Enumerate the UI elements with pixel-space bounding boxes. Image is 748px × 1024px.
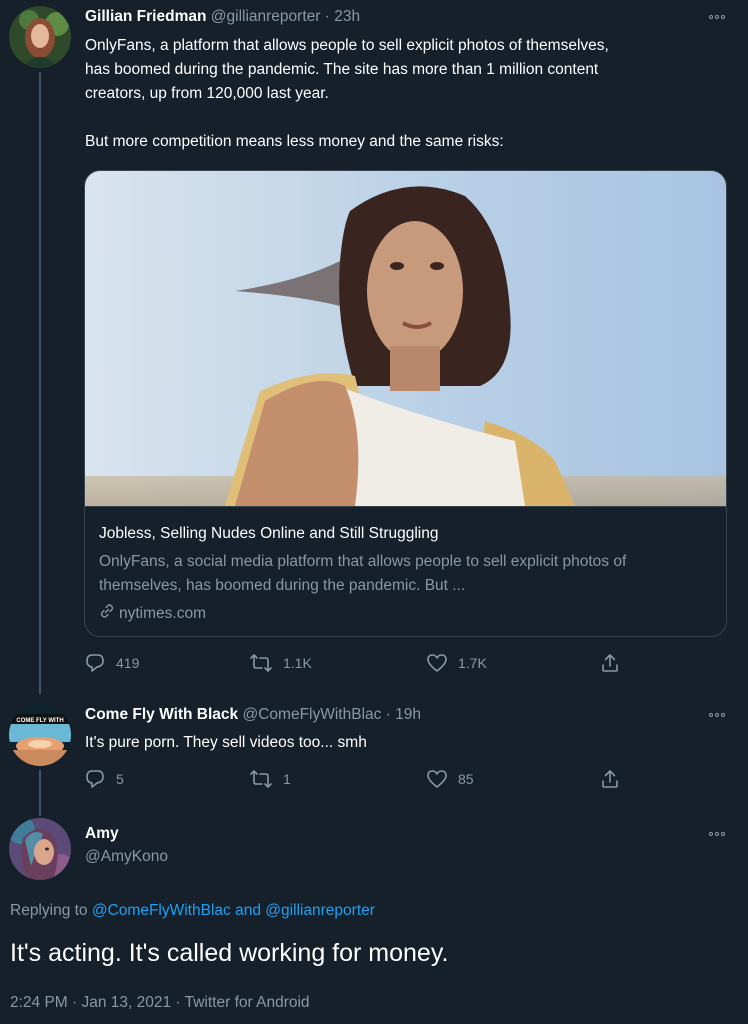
tweet-header: Amy @AmyKono bbox=[85, 825, 168, 866]
author-handle[interactable]: @ComeFlyWithBlac bbox=[242, 706, 381, 723]
card-domain[interactable]: nytimes.com bbox=[99, 603, 206, 624]
like-icon bbox=[426, 652, 448, 674]
like-count: 1.7K bbox=[458, 655, 487, 671]
replying-to: Replying to @ComeFlyWithBlac and @gillia… bbox=[10, 902, 375, 920]
tweet-text: It's pure porn. They sell videos too... … bbox=[85, 734, 367, 751]
card-image[interactable] bbox=[85, 171, 726, 506]
retweet-icon bbox=[249, 768, 273, 790]
tweet-actions: 5 1 85 bbox=[84, 768, 644, 792]
like-icon bbox=[426, 768, 448, 790]
more-icon[interactable] bbox=[708, 829, 726, 839]
reply-icon bbox=[84, 768, 106, 790]
avatar[interactable] bbox=[9, 6, 71, 68]
reply-button[interactable]: 419 bbox=[84, 652, 139, 674]
retweet-icon bbox=[249, 652, 273, 674]
reply-user-link[interactable]: @ComeFlyWithBlac bbox=[92, 902, 231, 919]
reply-and: and bbox=[235, 902, 261, 919]
card-description: OnlyFans, a social media platform that a… bbox=[99, 553, 627, 594]
avatar-text: COME FLY WITH bbox=[16, 718, 63, 724]
author-handle[interactable]: @AmyKono bbox=[85, 848, 168, 866]
author-name[interactable]: Amy bbox=[85, 825, 168, 843]
author-name[interactable]: Gillian Friedman bbox=[85, 8, 206, 25]
like-count: 85 bbox=[458, 771, 474, 787]
author-name[interactable]: Come Fly With Black bbox=[85, 706, 238, 723]
share-icon bbox=[599, 652, 621, 674]
tweet-timestamp[interactable]: 2:24 PM · Jan 13, 2021 · Twitter for And… bbox=[10, 994, 310, 1012]
link-card[interactable]: Jobless, Selling Nudes Online and Still … bbox=[84, 170, 727, 637]
like-button[interactable]: 1.7K bbox=[426, 652, 487, 674]
more-icon[interactable] bbox=[708, 12, 726, 22]
replying-to-prefix: Replying to bbox=[10, 902, 88, 919]
share-button[interactable] bbox=[599, 652, 621, 674]
retweet-count: 1.1K bbox=[283, 655, 312, 671]
author-handle[interactable]: @gillianreporter bbox=[211, 8, 321, 25]
retweet-button[interactable]: 1.1K bbox=[249, 652, 312, 674]
link-icon bbox=[99, 603, 115, 624]
tweet-header: Come Fly With Black @ComeFlyWithBlac · 1… bbox=[85, 706, 421, 724]
avatar[interactable] bbox=[9, 818, 71, 880]
tweet-actions: 419 1.1K 1.7K bbox=[84, 652, 644, 676]
share-button[interactable] bbox=[599, 768, 621, 790]
reply-count: 419 bbox=[116, 655, 140, 671]
reply-icon bbox=[84, 652, 106, 674]
like-button[interactable]: 85 bbox=[426, 768, 474, 790]
tweet-header: Gillian Friedman @gillianreporter · 23h bbox=[85, 8, 360, 26]
reply-user-link[interactable]: @gillianreporter bbox=[265, 902, 375, 919]
card-meta[interactable]: Jobless, Selling Nudes Online and Still … bbox=[85, 506, 726, 636]
tweet-time[interactable]: · 23h bbox=[325, 8, 360, 25]
more-icon[interactable] bbox=[708, 710, 726, 720]
card-domain-text: nytimes.com bbox=[119, 604, 206, 622]
tweet-time[interactable]: · 19h bbox=[386, 706, 421, 723]
reply-button[interactable]: 5 bbox=[84, 768, 124, 790]
reply-count: 5 bbox=[116, 771, 124, 787]
avatar[interactable]: COME FLY WITH bbox=[9, 704, 71, 766]
card-title[interactable]: Jobless, Selling Nudes Online and Still … bbox=[99, 525, 438, 543]
thread-line bbox=[39, 72, 41, 694]
main-tweet-text: It's acting. It's called working for mon… bbox=[10, 939, 449, 967]
retweet-button[interactable]: 1 bbox=[249, 768, 291, 790]
tweet-text: OnlyFans, a platform that allows people … bbox=[85, 37, 609, 150]
share-icon bbox=[599, 768, 621, 790]
thread-line bbox=[39, 770, 41, 816]
retweet-count: 1 bbox=[283, 771, 291, 787]
